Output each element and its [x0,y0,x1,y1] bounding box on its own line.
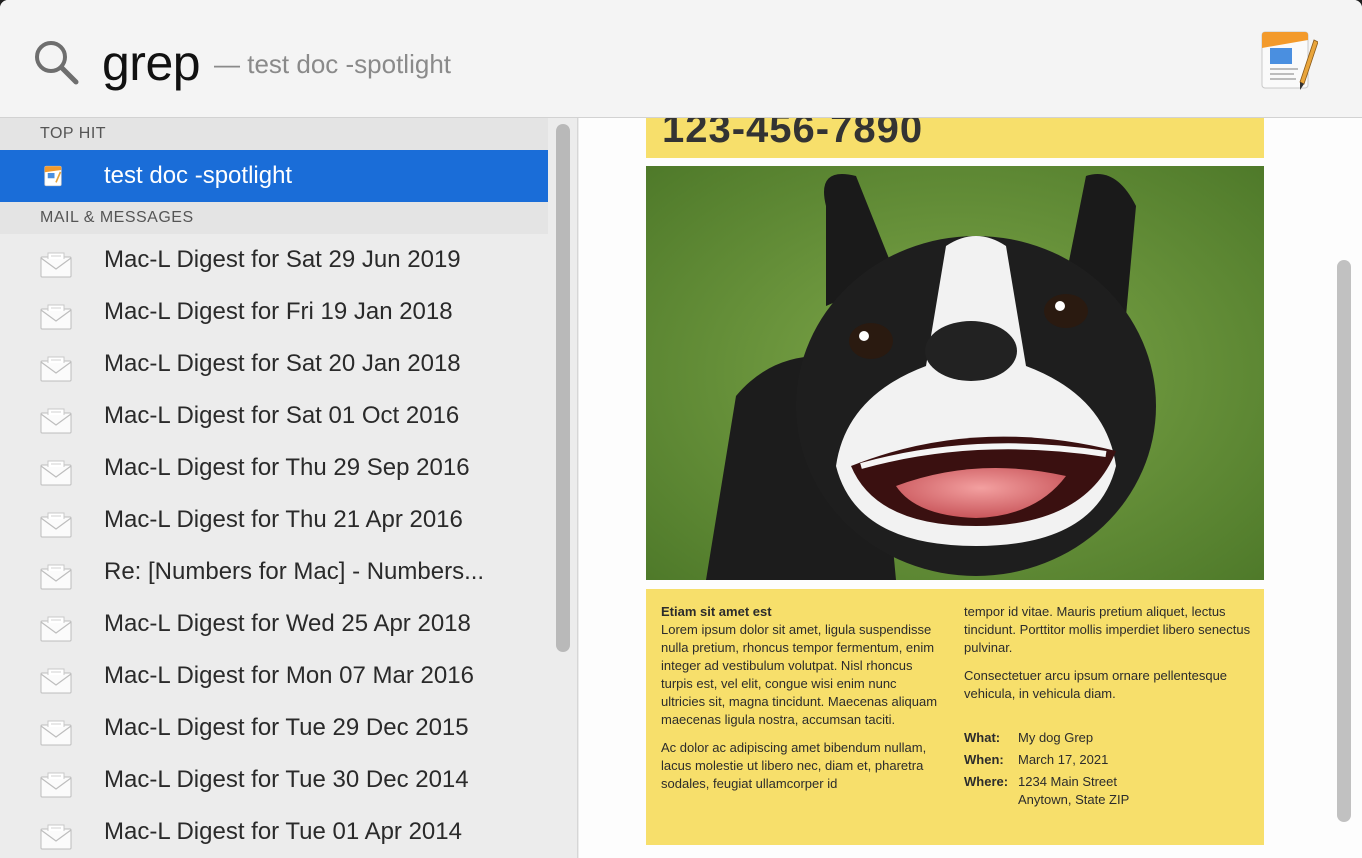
results-list[interactable]: TOP HIT test doc -spotlight MAIL & MESSA… [0,118,578,858]
pages-app-icon [1261,31,1318,90]
flyer-right-column: tempor id vitae. Mauris pretium aliquet,… [964,603,1254,813]
result-label: Re: [Numbers for Mac] - Numbers... [104,558,485,585]
what-value: My dog Grep [1018,730,1094,745]
where-value: 1234 Main Street Anytown, State ZIP [1018,773,1254,809]
dog-photo-illustration [646,166,1264,580]
mail-envelope-icon [40,714,72,746]
flyer-phone-number: 123-456-7890 [662,118,924,151]
result-label: Mac-L Digest for Sat 20 Jan 2018 [104,350,461,377]
result-label: Mac-L Digest for Tue 29 Dec 2015 [104,714,469,741]
result-label: Mac-L Digest for Thu 21 Apr 2016 [104,506,463,533]
dog-photo [646,166,1264,580]
mail-envelope-icon [40,298,72,330]
where-line-2: Anytown, State ZIP [1018,792,1130,807]
mail-result-item[interactable]: Mac-L Digest for Thu 21 Apr 2016 [0,494,548,546]
when-label: When: [964,752,1004,767]
what-label: What: [964,730,1001,745]
preview-pane[interactable]: 123-456-7890 Etiam sit amet est Lorem ip… [579,118,1362,858]
where-line-1: 1234 Main Street [1018,774,1118,789]
flyer-left-column: Etiam sit amet est Lorem ipsum dolor sit… [661,603,941,803]
result-label: test doc -spotlight [104,162,293,189]
mail-result-item[interactable]: Mac-L Digest for Fri 19 Jan 2018 [0,286,548,338]
result-label: Mac-L Digest for Thu 29 Sep 2016 [104,454,470,481]
where-label: Where: [964,774,1009,789]
flyer-paragraph-2: Ac dolor ac adipiscing amet bibendum nul… [661,740,927,791]
mail-result-item[interactable]: Mac-L Digest for Tue 30 Dec 2014 [0,754,548,806]
flyer-paragraph-1: Lorem ipsum dolor sit amet, ligula suspe… [661,622,938,727]
mail-envelope-icon [40,350,72,382]
flyer-details: Etiam sit amet est Lorem ipsum dolor sit… [646,589,1264,845]
mail-envelope-icon [40,766,72,798]
spotlight-window: grep — test doc -spotlight TOP HIT test … [0,0,1362,858]
results-scrollbar-thumb[interactable] [556,124,570,652]
mail-result-item[interactable]: Mac-L Digest for Sat 01 Oct 2016 [0,390,548,442]
section-header-mail-messages: MAIL & MESSAGES [0,202,548,234]
search-completion-hint: — test doc -spotlight [214,49,451,79]
mail-result-item[interactable]: Mac-L Digest for Sat 20 Jan 2018 [0,338,548,390]
result-label: Mac-L Digest for Fri 19 Jan 2018 [104,298,453,325]
mail-envelope-icon [40,818,72,850]
result-label: Mac-L Digest for Sat 01 Oct 2016 [104,402,460,429]
mail-envelope-icon [40,506,72,538]
mail-result-item[interactable]: Mac-L Digest for Sat 29 Jun 2019 [0,234,548,286]
mail-envelope-icon [40,610,72,642]
search-icon [35,41,79,85]
mail-result-item[interactable]: Mac-L Digest for Thu 29 Sep 2016 [0,442,548,494]
result-label: Mac-L Digest for Wed 25 Apr 2018 [104,610,471,637]
flyer-heading: Etiam sit amet est [661,604,772,619]
search-bar[interactable]: grep — test doc -spotlight [0,0,1362,118]
mail-result-item[interactable]: Mac-L Digest for Tue 29 Dec 2015 [0,702,548,754]
result-label: Mac-L Digest for Tue 30 Dec 2014 [104,766,469,793]
result-label: Mac-L Digest for Tue 01 Apr 2014 [104,818,462,845]
mail-envelope-icon [40,558,72,590]
flyer-paragraph-3: tempor id vitae. Mauris pretium aliquet,… [964,604,1251,655]
flyer-paragraph-4: Consectetuer arcu ipsum ornare pellentes… [964,668,1228,701]
event-details: What: My dog Grep When: March 17, 2021 W… [964,729,1254,809]
mail-envelope-icon [40,402,72,434]
preview-scrollbar-thumb[interactable] [1337,260,1351,822]
mail-result-item[interactable]: Re: [Numbers for Mac] - Numbers... [0,546,548,598]
section-header-top-hit: TOP HIT [0,118,548,150]
mail-result-item[interactable]: Mac-L Digest for Tue 01 Apr 2014 [0,806,548,858]
mail-envelope-icon [40,246,72,278]
when-value: March 17, 2021 [1018,752,1109,767]
search-query-input[interactable]: grep [102,28,201,98]
mail-envelope-icon [40,662,72,694]
result-item-top-hit[interactable]: test doc -spotlight [0,150,548,202]
mail-result-item[interactable]: Mac-L Digest for Wed 25 Apr 2018 [0,598,548,650]
flyer-phone-banner: 123-456-7890 [646,118,1264,158]
result-label: Mac-L Digest for Mon 07 Mar 2016 [104,662,474,689]
mail-envelope-icon [40,454,72,486]
pages-document-icon [44,165,62,187]
result-label: Mac-L Digest for Sat 29 Jun 2019 [104,246,461,273]
mail-result-item[interactable]: Mac-L Digest for Mon 07 Mar 2016 [0,650,548,702]
